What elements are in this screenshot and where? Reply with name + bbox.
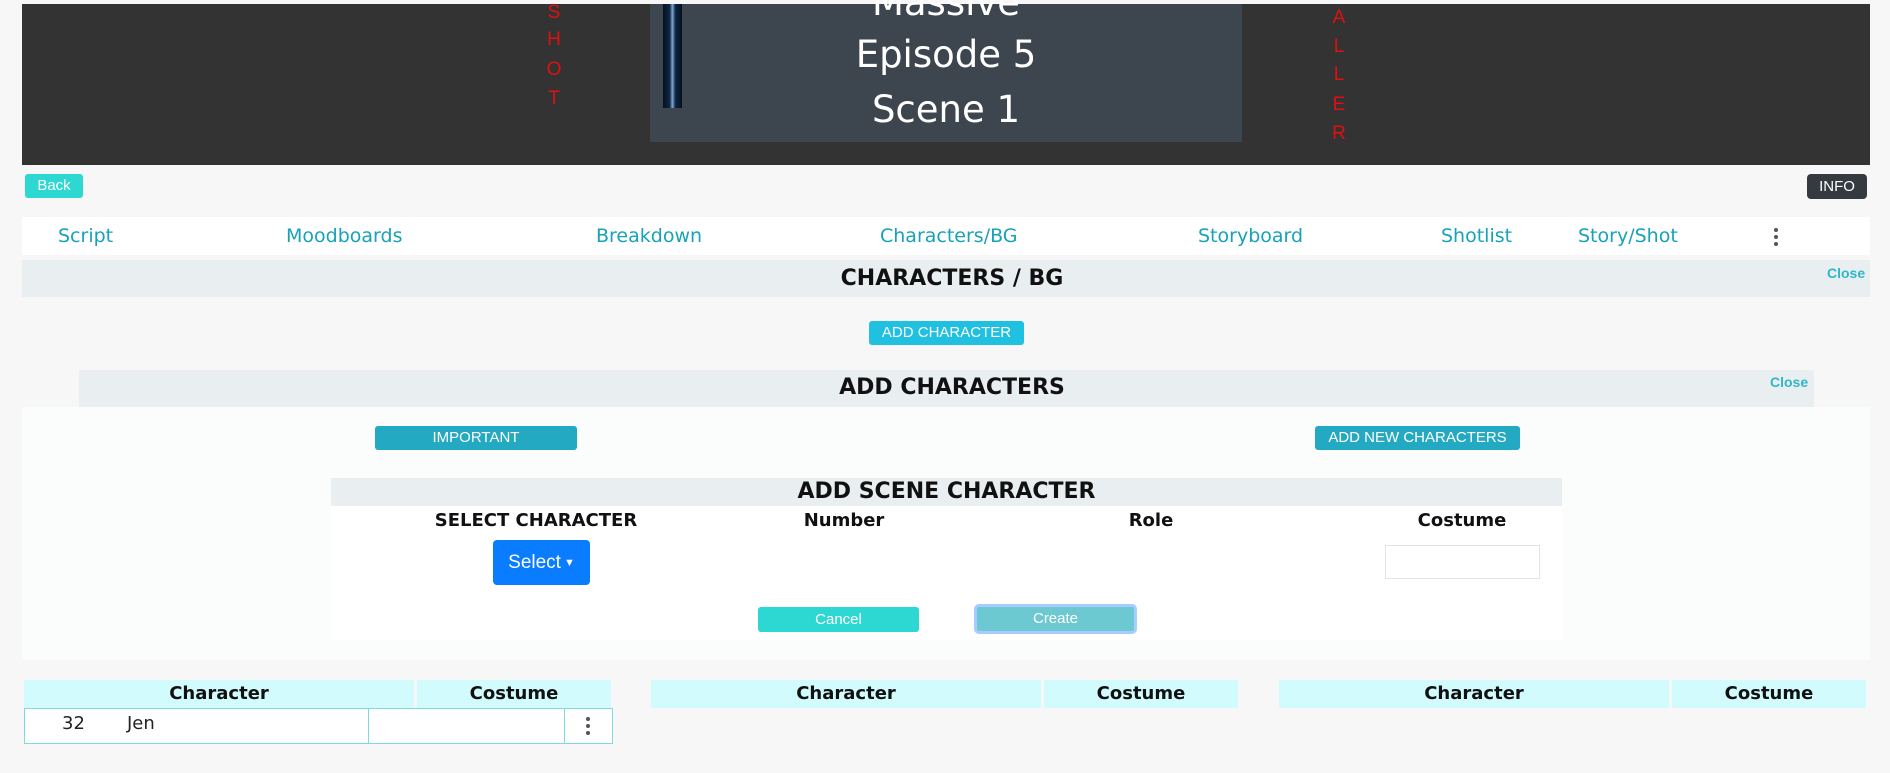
tab-characters-bg[interactable]: Characters/BG — [880, 217, 1018, 255]
aller-vertical-letter: L — [1333, 36, 1345, 57]
costume-label: Costume — [1417, 510, 1507, 531]
nav-more-icon[interactable] — [1770, 226, 1782, 250]
characters-bg-title: CHARACTERS / BG — [840, 266, 1064, 291]
role-label: Role — [1128, 510, 1174, 531]
back-button[interactable]: Back — [25, 174, 83, 198]
row-more-icon[interactable] — [582, 715, 594, 737]
tab-moodboards[interactable]: Moodboards — [286, 217, 402, 255]
shot-vertical-letter: S — [547, 2, 561, 23]
project-title: Massive — [871, 0, 1021, 24]
aller-vertical-letter: R — [1332, 123, 1346, 144]
scene-title: Scene 1 — [871, 88, 1021, 131]
costume-input[interactable] — [1385, 545, 1540, 579]
aller-vertical-letter: E — [1332, 94, 1346, 115]
tab-script[interactable]: Script — [58, 217, 113, 255]
row-divider — [564, 709, 565, 743]
add-characters-title: ADD CHARACTERS — [839, 375, 1065, 400]
select-character-label: SELECT CHARACTER — [434, 510, 638, 531]
episode-title: Episode 5 — [855, 33, 1037, 76]
tab-breakdown[interactable]: Breakdown — [596, 217, 702, 255]
number-label: Number — [803, 510, 885, 531]
tab-shotlist[interactable]: Shotlist — [1441, 217, 1512, 255]
table-3-costume-header: Costume — [1672, 680, 1866, 708]
shot-vertical-letter: O — [546, 59, 562, 80]
tab-storyboard[interactable]: Storyboard — [1198, 217, 1303, 255]
select-character-dropdown[interactable]: Select ▼ — [493, 540, 590, 585]
table-1-costume-header: Costume — [417, 680, 611, 708]
aller-vertical-letter: L — [1333, 64, 1345, 85]
table-1-character-header: Character — [24, 680, 414, 708]
add-new-characters-button[interactable]: ADD NEW CHARACTERS — [1315, 426, 1520, 450]
add-character-button[interactable]: ADD CHARACTER — [869, 321, 1024, 345]
aller-vertical-letter: A — [1332, 7, 1346, 28]
cancel-button[interactable]: Cancel — [758, 607, 919, 632]
info-button[interactable]: INFO — [1807, 174, 1867, 199]
shot-vertical-letter: T — [548, 88, 560, 109]
tab-story-shot[interactable]: Story/Shot — [1578, 217, 1678, 255]
table-row[interactable] — [24, 708, 613, 744]
create-button[interactable]: Create — [974, 604, 1137, 634]
row-character-name: Jen — [127, 713, 155, 734]
select-label: Select — [508, 552, 561, 573]
table-2-costume-header: Costume — [1044, 680, 1238, 708]
add-scene-character-title: ADD SCENE CHARACTER — [797, 479, 1096, 504]
table-3-character-header: Character — [1279, 680, 1669, 708]
caret-down-icon: ▼ — [563, 557, 575, 569]
characters-bg-close[interactable]: Close — [1827, 265, 1865, 281]
table-2-character-header: Character — [651, 680, 1041, 708]
row-number: 32 — [62, 713, 85, 734]
important-button[interactable]: IMPORTANT — [375, 426, 577, 450]
shot-vertical-letter: H — [547, 29, 561, 50]
row-divider — [368, 709, 369, 743]
add-characters-close[interactable]: Close — [1770, 374, 1808, 390]
